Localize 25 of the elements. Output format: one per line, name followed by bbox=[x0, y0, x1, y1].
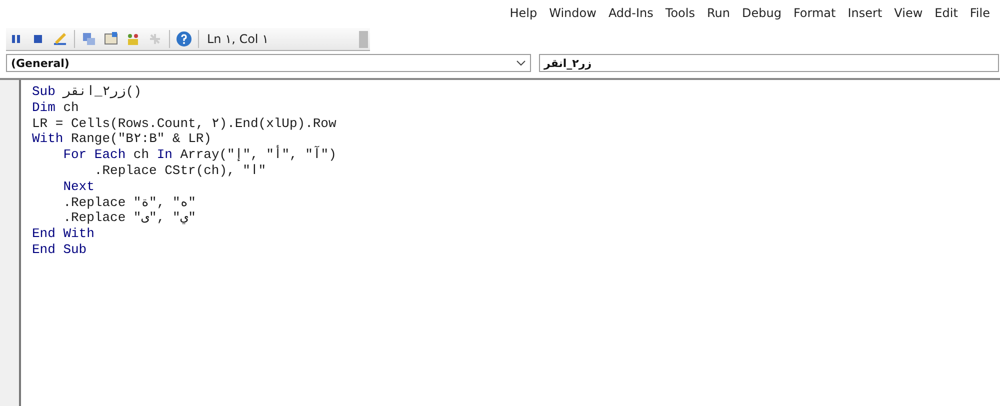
code-line: .Replace CStr(ch), "ا" bbox=[93, 162, 268, 179]
menu-item[interactable]: Run bbox=[700, 4, 736, 26]
object-dropdown[interactable]: (General) bbox=[6, 54, 531, 72]
code-line: Dim ch bbox=[32, 100, 80, 116]
project-explorer-icon[interactable] bbox=[81, 30, 97, 46]
code-line: End With bbox=[32, 226, 96, 242]
design-mode-icon[interactable] bbox=[52, 30, 68, 46]
menu-item[interactable]: Format bbox=[787, 4, 842, 26]
menu-item[interactable]: Add-Ins bbox=[602, 4, 660, 26]
menu-item[interactable]: Tools bbox=[659, 4, 701, 26]
code-line: Next bbox=[62, 178, 96, 195]
properties-icon[interactable] bbox=[103, 30, 119, 46]
code-line: LR = Cells(Rows.Count, ٢).End(xlUp).Row bbox=[32, 116, 336, 132]
procedure-dropdown[interactable]: زر٢_انقر bbox=[539, 54, 999, 72]
code-line: End Sub bbox=[32, 242, 88, 258]
chevron-down-icon bbox=[516, 60, 526, 66]
menu-item[interactable]: File bbox=[964, 4, 996, 26]
cursor-position: Ln ١, Col ١ bbox=[207, 32, 269, 46]
menu-item[interactable]: Window bbox=[543, 4, 602, 26]
menu-item[interactable]: Edit bbox=[928, 4, 964, 26]
menu-item[interactable]: Help bbox=[504, 4, 544, 26]
menu-item[interactable]: View bbox=[888, 4, 929, 26]
menu-item[interactable]: Insert bbox=[842, 4, 888, 26]
help-icon[interactable] bbox=[176, 30, 192, 46]
menu-item[interactable]: Debug bbox=[736, 4, 788, 26]
